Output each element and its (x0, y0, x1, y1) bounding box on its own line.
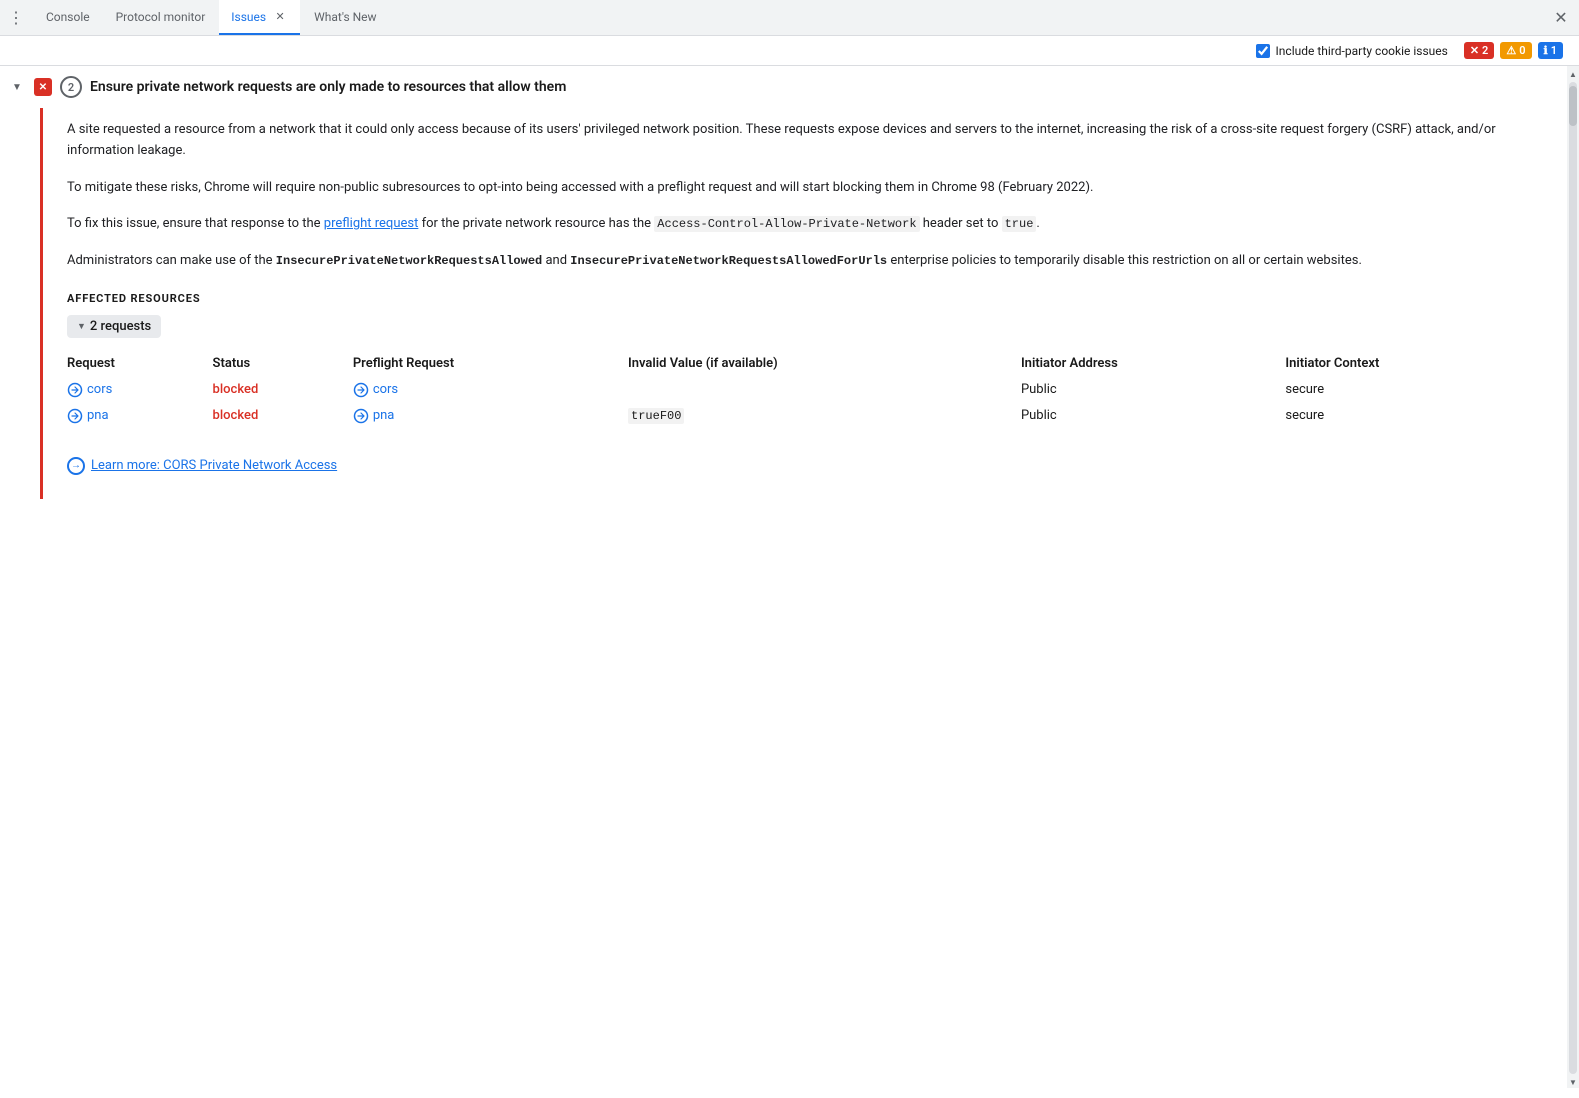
desc3-prefix: To fix this issue, ensure that response … (67, 216, 324, 231)
row2-preflight-link[interactable]: pna (353, 408, 616, 424)
tab-console[interactable]: Console (34, 0, 102, 35)
devtools-close-button[interactable]: ✕ (1547, 4, 1575, 32)
request-icon-2 (67, 408, 83, 424)
issue-description-3: To fix this issue, ensure that response … (67, 214, 1543, 235)
row2-request-link[interactable]: pna (67, 408, 201, 424)
info-icon: ℹ (1544, 44, 1548, 57)
row1-request: cors (67, 377, 213, 403)
desc4-prefix: Administrators can make use of the (67, 253, 276, 268)
tab-whats-new-label: What's New (314, 10, 376, 24)
issue-badge-group: ✕ 2 ⚠ 0 ℹ 1 (1464, 42, 1563, 59)
tab-bar: ⋮ Console Protocol monitor Issues ✕ What… (0, 0, 1579, 36)
issues-content: ▼ ✕ 2 Ensure private network requests ar… (0, 66, 1567, 1088)
row1-status: blocked (213, 377, 353, 403)
row1-preflight-link[interactable]: cors (353, 382, 616, 398)
desc3-code2: true (1002, 216, 1037, 232)
tab-console-label: Console (46, 10, 90, 24)
tab-issues-label: Issues (231, 10, 266, 24)
desc3-suffix2: header set to (920, 216, 1002, 231)
issue-header[interactable]: ▼ ✕ 2 Ensure private network requests ar… (0, 66, 1567, 108)
scroll-up-button[interactable]: ▲ (1567, 68, 1579, 80)
error-badge: ✕ 2 (1464, 42, 1495, 59)
table-row: cors blocked cors (67, 377, 1543, 403)
third-party-cookie-checkbox[interactable] (1256, 44, 1270, 58)
scrollbar[interactable]: ▲ ▼ (1567, 66, 1579, 1088)
row1-initiator-address: Public (1021, 377, 1285, 403)
warning-badge: ⚠ 0 (1500, 42, 1531, 59)
row2-request: pna (67, 403, 213, 429)
preflight-icon-1 (353, 382, 369, 398)
issue-count-badge: 2 (60, 76, 82, 98)
requests-chevron-icon: ▼ (77, 321, 86, 332)
scroll-track (1569, 82, 1577, 1074)
desc4-suffix: enterprise policies to temporarily disab… (887, 253, 1362, 268)
desc4-code1: InsecurePrivateNetworkRequestsAllowed (276, 254, 542, 268)
scroll-down-button[interactable]: ▼ (1567, 1076, 1579, 1088)
row2-initiator-address: Public (1021, 403, 1285, 429)
row2-status: blocked (213, 403, 353, 429)
desc4-middle: and (542, 253, 570, 268)
row2-request-label: pna (87, 408, 109, 423)
col-initiator-address: Initiator Address (1021, 350, 1285, 377)
issue-body: A site requested a resource from a netwo… (40, 108, 1567, 499)
col-preflight: Preflight Request (353, 350, 628, 377)
tab-issues-close-icon[interactable]: ✕ (272, 9, 288, 25)
row1-preflight: cors (353, 377, 628, 403)
preflight-request-link[interactable]: preflight request (324, 216, 419, 231)
tab-protocol-monitor-label: Protocol monitor (116, 10, 206, 24)
row2-invalid-value: trueF00 (628, 403, 1021, 429)
affected-resources-section: AFFECTED RESOURCES ▼ 2 requests Request … (67, 292, 1543, 429)
issues-toolbar: Include third-party cookie issues ✕ 2 ⚠ … (0, 36, 1579, 66)
requests-table: Request Status Preflight Request Invalid… (67, 350, 1543, 429)
row1-request-label: cors (87, 382, 112, 397)
requests-count-label: 2 requests (90, 319, 151, 334)
row2-initiator-context: secure (1285, 403, 1543, 429)
learn-more-arrow-icon: → (67, 457, 85, 475)
error-icon: ✕ (1470, 44, 1479, 57)
third-party-cookie-text: Include third-party cookie issues (1276, 44, 1448, 58)
issue-description-4: Administrators can make use of the Insec… (67, 251, 1543, 272)
desc3-end: . (1036, 216, 1039, 231)
info-count: 1 (1551, 44, 1557, 57)
affected-resources-label: AFFECTED RESOURCES (67, 292, 1543, 305)
row2-preflight-label: pna (373, 408, 395, 423)
warning-count: 0 (1519, 44, 1525, 57)
issue-error-icon: ✕ (34, 78, 52, 96)
more-options-icon[interactable]: ⋮ (4, 6, 28, 30)
row1-initiator-context: secure (1285, 377, 1543, 403)
row2-preflight: pna (353, 403, 628, 429)
row1-preflight-label: cors (373, 382, 398, 397)
desc3-code1: Access-Control-Allow-Private-Network (654, 216, 919, 232)
main-content: ▼ ✕ 2 Ensure private network requests ar… (0, 66, 1579, 1088)
row1-request-link[interactable]: cors (67, 382, 201, 398)
third-party-cookie-label[interactable]: Include third-party cookie issues (1256, 44, 1448, 58)
scroll-thumb[interactable] (1569, 86, 1577, 126)
requests-toggle[interactable]: ▼ 2 requests (67, 315, 161, 338)
info-badge: ℹ 1 (1538, 42, 1563, 59)
row1-invalid-value (628, 377, 1021, 403)
learn-more-link[interactable]: Learn more: CORS Private Network Access (91, 458, 337, 473)
issue-chevron-icon: ▼ (12, 82, 26, 93)
issue-title: Ensure private network requests are only… (90, 79, 566, 95)
warning-icon: ⚠ (1506, 44, 1516, 57)
tab-protocol-monitor[interactable]: Protocol monitor (104, 0, 218, 35)
error-count: 2 (1482, 44, 1488, 57)
col-invalid-value: Invalid Value (if available) (628, 350, 1021, 377)
col-initiator-context: Initiator Context (1285, 350, 1543, 377)
learn-more-section: → Learn more: CORS Private Network Acces… (67, 457, 1543, 475)
col-status: Status (213, 350, 353, 377)
col-request: Request (67, 350, 213, 377)
request-icon-1 (67, 382, 83, 398)
issue-description-2: To mitigate these risks, Chrome will req… (67, 178, 1543, 199)
preflight-icon-2 (353, 408, 369, 424)
tab-issues[interactable]: Issues ✕ (219, 0, 300, 35)
table-row: pna blocked pna (67, 403, 1543, 429)
desc4-code2: InsecurePrivateNetworkRequestsAllowedFor… (570, 254, 887, 268)
issue-description-1: A site requested a resource from a netwo… (67, 120, 1543, 162)
tab-whats-new[interactable]: What's New (302, 0, 388, 35)
desc3-suffix: for the private network resource has the (418, 216, 654, 231)
table-header-row: Request Status Preflight Request Invalid… (67, 350, 1543, 377)
